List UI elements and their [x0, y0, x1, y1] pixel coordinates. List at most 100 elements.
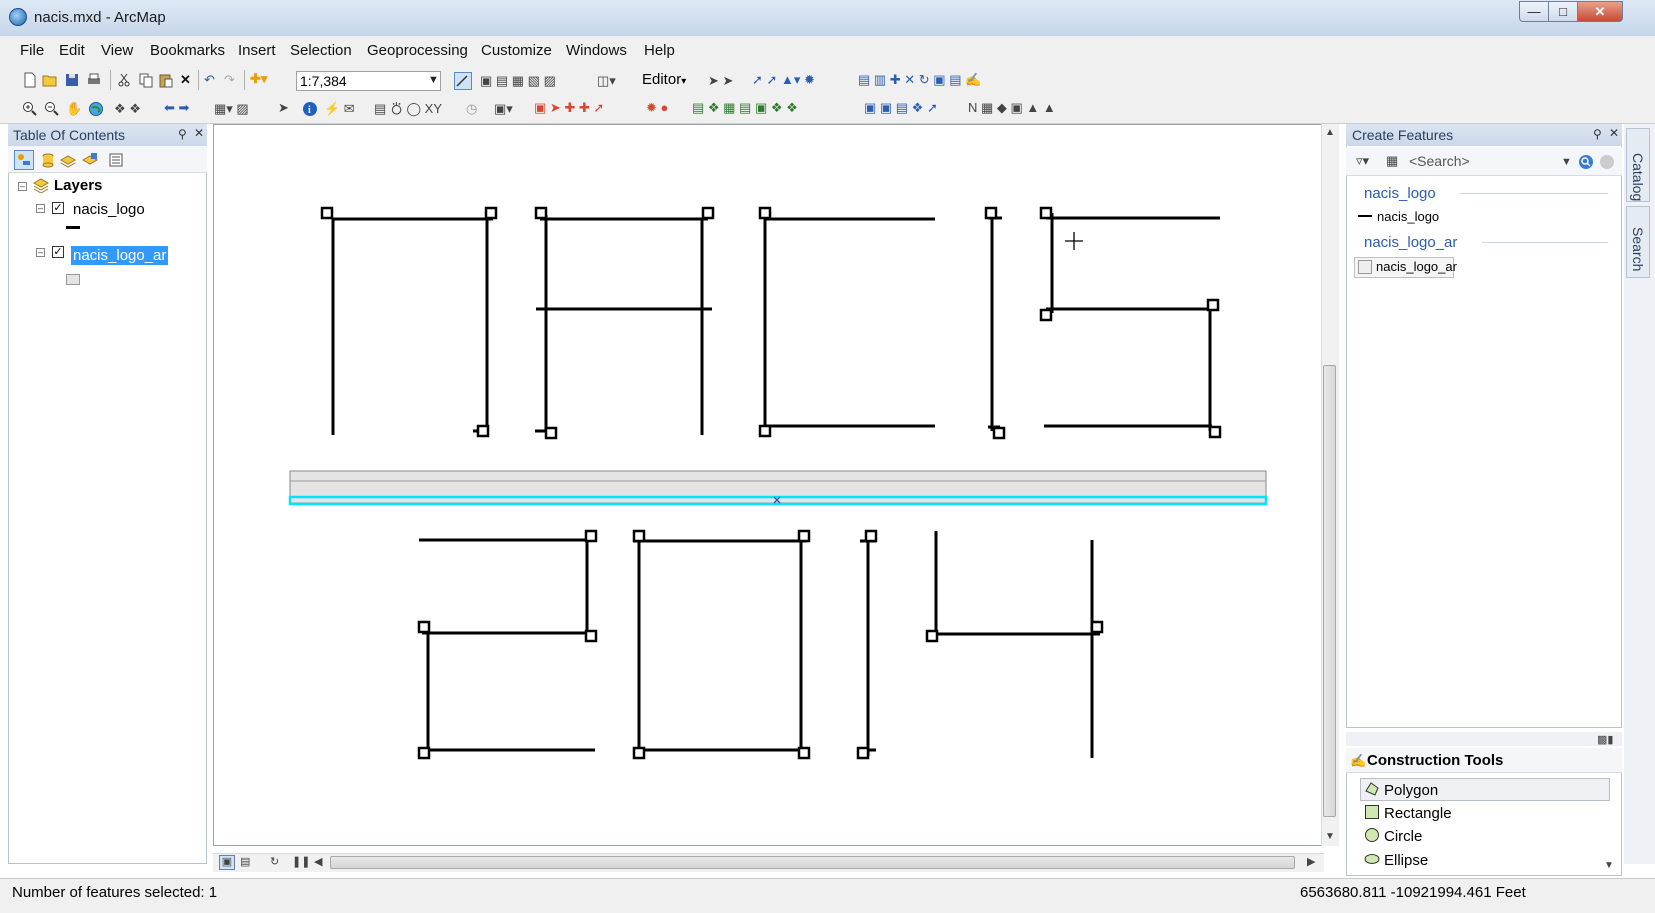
pane-splitter[interactable] — [1346, 732, 1622, 746]
toc-root-layers[interactable]: Layers — [54, 177, 102, 194]
scroll-right-icon[interactable]: ▶ — [1307, 855, 1315, 868]
template-nacis-logo[interactable]: nacis_logo — [1377, 209, 1439, 224]
construction-tool-polygon[interactable]: Polygon — [1384, 782, 1438, 799]
model-builder-icon[interactable]: ◫▾ — [597, 73, 616, 89]
utility-icons[interactable]: N ▦ ◆ ▣ ▲ ▲ — [968, 100, 1056, 116]
organize-templates-icon[interactable]: ▦ — [1386, 153, 1398, 169]
time-slider-icon[interactable]: ◷ — [466, 101, 477, 117]
select-features-icon[interactable]: ▦▾ ▨ — [214, 101, 249, 117]
georef-icons[interactable]: ▣ ▣ ▤ ❖ ➚ — [864, 100, 938, 116]
catalog-tab[interactable]: Catalog — [1626, 128, 1650, 202]
line-symbol-icon[interactable] — [1358, 215, 1372, 217]
layer-visibility-checkbox[interactable]: ✓ — [52, 246, 64, 258]
construction-tool-ellipse[interactable]: Ellipse — [1384, 852, 1428, 869]
data-view-icon[interactable]: ▣ — [219, 855, 235, 870]
new-icon[interactable] — [22, 72, 38, 88]
layers-collapse-toggle[interactable]: – — [18, 182, 27, 191]
list-by-drawing-order-icon[interactable] — [14, 150, 34, 170]
scroll-up-icon[interactable]: ▲ — [1325, 127, 1335, 138]
pan-icon[interactable]: ✋ — [66, 101, 82, 117]
minimize-button[interactable]: — — [1519, 1, 1549, 22]
pin-icon[interactable]: ⚲ — [178, 127, 187, 141]
menu-edit[interactable]: Edit — [59, 42, 85, 59]
editor-menu[interactable]: Editor▾ — [642, 71, 686, 88]
close-icon[interactable]: ✕ — [1609, 126, 1619, 140]
viewer-icon[interactable]: ▣▾ — [494, 101, 513, 117]
scroll-down-icon[interactable]: ▼ — [1325, 831, 1335, 842]
toc-layer-nacis-logo-ar[interactable]: nacis_logo_ar — [71, 246, 169, 265]
digit-4[interactable] — [927, 531, 1100, 758]
layout-view-icon[interactable]: ▤ — [240, 855, 250, 868]
line-symbol-icon[interactable] — [66, 226, 80, 229]
letter-c[interactable] — [763, 213, 935, 431]
save-icon[interactable] — [64, 72, 80, 88]
layout-toolbar-icons[interactable]: ▣ ▤ ▦ ▧ ▨ — [480, 73, 556, 89]
identify-icon[interactable]: i — [302, 101, 318, 117]
vertical-scroll-thumb[interactable] — [1323, 365, 1336, 817]
letter-a[interactable] — [535, 215, 712, 435]
clear-search-icon[interactable] — [1599, 154, 1615, 170]
back-forward-icons[interactable]: ⬅ ➡ — [164, 100, 189, 116]
digit-2[interactable] — [419, 535, 595, 756]
horizontal-scroll-thumb[interactable] — [330, 856, 1295, 869]
letter-n[interactable] — [331, 217, 493, 435]
sketch-tool-icons[interactable]: ➚ ➚ ▲▾ ✹ — [752, 72, 815, 88]
refresh-icon[interactable]: ↻ — [270, 855, 279, 868]
full-extent-icon[interactable] — [88, 101, 104, 117]
chevron-down-icon[interactable]: ▼ — [428, 74, 439, 86]
template-nacis-logo-ar[interactable]: nacis_logo_ar — [1376, 259, 1457, 274]
topology-icons[interactable]: ▤ ▥ ✚ ✕ ↻ ▣ ▤ ✍ — [858, 72, 981, 88]
polygon-symbol-icon[interactable] — [66, 274, 80, 285]
ellipse-tool-icon[interactable] — [1364, 851, 1380, 867]
undo-icon[interactable]: ↶ — [204, 72, 215, 88]
toc-layer-nacis-logo[interactable]: nacis_logo — [73, 201, 145, 218]
polygon-tool-icon[interactable] — [1364, 781, 1380, 797]
menu-bookmarks[interactable]: Bookmarks — [150, 42, 225, 59]
measure-find-icons[interactable]: ▤ ⛣ ◯ XY — [374, 101, 442, 117]
menu-view[interactable]: View — [101, 42, 133, 59]
print-icon[interactable] — [86, 72, 102, 88]
pin-icon[interactable]: ⚲ — [1593, 127, 1602, 141]
layer-visibility-checkbox[interactable]: ✓ — [52, 202, 64, 214]
template-search-input[interactable]: <Search> — [1409, 153, 1470, 169]
rectangle-tool-icon[interactable] — [1364, 804, 1380, 820]
digit-0[interactable] — [633, 535, 807, 756]
menu-geoprocessing[interactable]: Geoprocessing — [367, 42, 468, 59]
search-tab[interactable]: Search — [1626, 206, 1650, 278]
construction-tool-rectangle[interactable]: Rectangle — [1384, 805, 1452, 822]
delete-icon[interactable]: ✕ — [180, 72, 191, 88]
list-by-source-icon[interactable] — [40, 152, 56, 168]
letter-i[interactable] — [988, 211, 1002, 431]
map-scale-combo[interactable]: 1:7,384 — [296, 71, 441, 91]
menu-customize[interactable]: Customize — [481, 42, 552, 59]
filter-icon[interactable]: ▿▾ — [1356, 153, 1369, 169]
scroll-left-icon[interactable]: ◀ — [314, 855, 322, 868]
list-by-selection-icon[interactable] — [82, 152, 98, 168]
menu-windows[interactable]: Windows — [566, 42, 627, 59]
redo-icon[interactable]: ↷ — [224, 72, 235, 88]
editor-toolbar-icon[interactable] — [454, 72, 472, 90]
polygon-symbol-icon[interactable] — [1358, 260, 1372, 274]
circle-tool-icon[interactable] — [1364, 827, 1380, 843]
maximize-button[interactable]: □ — [1548, 1, 1578, 22]
digit-1[interactable] — [858, 536, 876, 756]
advanced-edit-icons[interactable]: ▤ ❖ ▦ ▤ ▣ ❖ ❖ — [692, 100, 798, 116]
open-icon[interactable] — [42, 72, 58, 88]
select-icon[interactable]: ➤ — [278, 100, 289, 116]
hyperlink-icons[interactable]: ⚡ ✉ — [324, 101, 355, 117]
copy-icon[interactable] — [138, 72, 154, 88]
edit-tool-icons[interactable]: ➤ ➤ — [708, 73, 733, 89]
cut-icon[interactable] — [116, 72, 132, 88]
topology-edit-icons[interactable]: ▣ ➤ ✚ ✚ ➚ — [534, 100, 604, 116]
close-icon[interactable]: ✕ — [194, 126, 204, 140]
menu-help[interactable]: Help — [644, 42, 675, 59]
scroll-down-icon[interactable]: ▼ — [1604, 858, 1614, 874]
layer-collapse-toggle[interactable]: – — [36, 248, 45, 257]
pause-drawing-icon[interactable]: ❚❚ — [292, 855, 310, 868]
map-canvas[interactable] — [213, 124, 1321, 846]
menu-insert[interactable]: Insert — [238, 42, 276, 59]
layer-collapse-toggle[interactable]: – — [36, 204, 45, 213]
zoom-out-icon[interactable] — [44, 101, 60, 117]
chevron-down-icon[interactable]: ▼ — [1561, 154, 1572, 170]
options-icon[interactable] — [108, 152, 124, 168]
